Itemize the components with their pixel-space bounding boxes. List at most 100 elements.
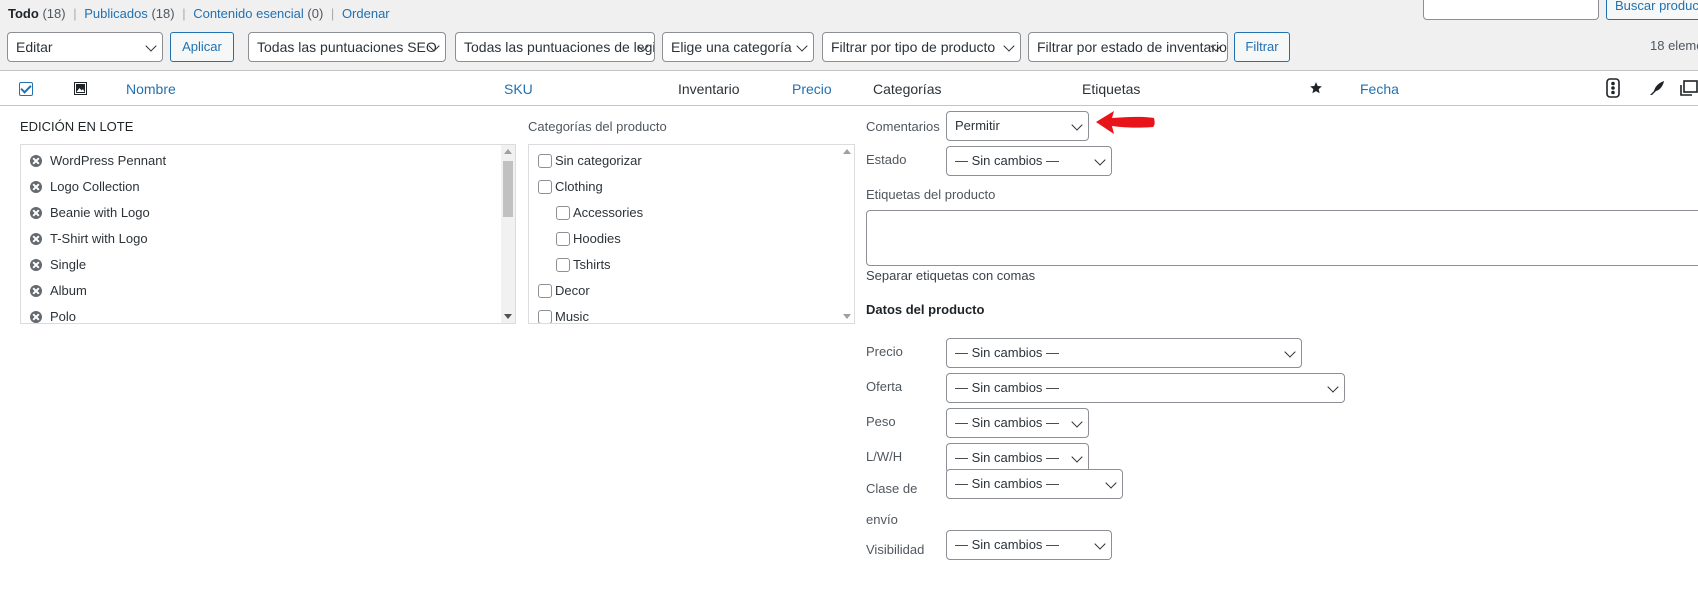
category-label: Accessories (573, 205, 644, 220)
category-checkbox[interactable] (538, 284, 552, 298)
scrollbar[interactable] (840, 145, 854, 323)
chevron-down-icon (145, 40, 157, 52)
bulk-titles-list[interactable]: WordPress Pennant Logo Collection Beanie… (20, 144, 516, 324)
item-label: Single (50, 257, 87, 272)
product-categories-label: Categorías del producto (528, 119, 667, 134)
sale-select[interactable]: — Sin cambios — (946, 373, 1345, 403)
category-checkbox[interactable] (556, 258, 570, 272)
shipping-class-label: Clase de (866, 481, 918, 496)
chevron-down-icon (1094, 154, 1106, 166)
seo-score-filter[interactable]: Todas las puntuaciones SEO (248, 32, 446, 62)
remove-icon[interactable] (30, 233, 42, 245)
shipping-class-label-line2: envío (866, 512, 898, 527)
column-categories: Categorías (873, 81, 942, 97)
category-label: Hoodies (573, 231, 621, 246)
category-checkbox[interactable] (538, 310, 552, 323)
status-label: Estado (866, 152, 907, 167)
item-label: WordPress Pennant (50, 153, 167, 168)
search-products-button[interactable]: Buscar productos (1606, 0, 1698, 20)
bulk-action-select[interactable]: Editar (7, 32, 163, 62)
sale-label: Oferta (866, 379, 903, 394)
scroll-up-icon[interactable] (504, 149, 512, 154)
scroll-down-icon[interactable] (843, 314, 851, 319)
category-checkbox[interactable] (556, 232, 570, 246)
remove-icon[interactable] (30, 155, 42, 167)
column-sku[interactable]: SKU (504, 81, 533, 97)
apply-button[interactable]: Aplicar (170, 32, 234, 62)
stock-status-value: Filtrar por estado de inventario (1037, 39, 1227, 55)
scrollbar-thumb[interactable] (503, 161, 513, 217)
comments-select[interactable]: Permitir (946, 111, 1089, 141)
tags-help-text: Separar etiquetas con comas (866, 268, 1036, 283)
dimensions-label: L/W/H (866, 449, 903, 464)
status-all-link[interactable]: Todo (8, 6, 39, 21)
category-checkbox[interactable] (556, 206, 570, 220)
column-name[interactable]: Nombre (126, 81, 176, 97)
list-item: Single (30, 257, 86, 272)
remove-icon[interactable] (30, 311, 42, 323)
price-label: Precio (866, 344, 903, 359)
items-count: 18 elementos (1650, 38, 1698, 53)
category-checkbox[interactable] (538, 154, 552, 168)
comments-value: Permitir (955, 118, 1000, 133)
category-filter-value: Elige una categoría (671, 39, 792, 55)
scroll-down-icon[interactable] (504, 314, 512, 319)
product-type-value: Filtrar por tipo de producto (831, 39, 996, 55)
category-label: Clothing (555, 179, 603, 194)
links-icon (1680, 80, 1698, 96)
visibility-label: Visibilidad (866, 542, 925, 557)
status-select[interactable]: — Sin cambios — (946, 146, 1112, 176)
price-select[interactable]: — Sin cambios — (946, 338, 1302, 368)
chevron-down-icon (1071, 119, 1083, 131)
column-stock: Inventario (678, 81, 740, 97)
list-item: Beanie with Logo (30, 205, 150, 220)
chevron-down-icon (1327, 381, 1339, 393)
scrollbar[interactable] (501, 145, 515, 323)
readability-filter[interactable]: Todas las puntuaciones de legibilidad (455, 32, 655, 62)
status-published-link[interactable]: Publicados (84, 6, 148, 21)
comments-label: Comentarios (866, 119, 940, 134)
list-item: Logo Collection (30, 179, 140, 194)
chevron-down-icon (796, 40, 808, 52)
select-all-checkbox[interactable] (19, 82, 33, 96)
category-label: Sin categorizar (555, 153, 642, 168)
category-item: Decor (538, 283, 590, 298)
sale-value: — Sin cambios — (955, 380, 1060, 395)
product-type-filter[interactable]: Filtrar por tipo de producto (822, 32, 1021, 62)
remove-icon[interactable] (30, 207, 42, 219)
visibility-select[interactable]: — Sin cambios — (946, 530, 1112, 560)
remove-icon[interactable] (30, 181, 42, 193)
star-icon[interactable] (1309, 81, 1323, 95)
chevron-down-icon (1284, 346, 1296, 358)
status-all-count: (18) (42, 6, 66, 21)
product-categories-list[interactable]: Sin categorizar Clothing Accessories Hoo… (528, 144, 855, 324)
category-label: Decor (555, 283, 590, 298)
status-cornerstone-link[interactable]: Contenido esencial (193, 6, 304, 21)
column-date[interactable]: Fecha (1360, 81, 1399, 97)
remove-icon[interactable] (30, 285, 42, 297)
scroll-up-icon[interactable] (843, 149, 851, 154)
filter-button[interactable]: Filtrar (1234, 32, 1290, 62)
category-item: Sin categorizar (538, 153, 642, 168)
search-input[interactable] (1423, 0, 1599, 20)
weight-select[interactable]: — Sin cambios — (946, 408, 1089, 438)
readability-value: Todas las puntuaciones de legibilidad (464, 39, 654, 55)
category-label: Music (555, 309, 589, 324)
shipping-class-select[interactable]: — Sin cambios — (946, 469, 1123, 499)
category-filter[interactable]: Elige una categoría (662, 32, 814, 62)
bulk-edit-legend: EDICIÓN EN LOTE (20, 119, 134, 134)
list-item: T-Shirt with Logo (30, 231, 148, 246)
separator: | (73, 6, 77, 21)
stock-status-filter[interactable]: Filtrar por estado de inventario (1028, 32, 1228, 62)
remove-icon[interactable] (30, 259, 42, 271)
seo-traffic-light-icon (1606, 78, 1620, 98)
category-checkbox[interactable] (538, 180, 552, 194)
shipping-class-value: — Sin cambios — (955, 476, 1060, 491)
product-tags-textarea[interactable] (866, 210, 1698, 266)
sort-link[interactable]: Ordenar (342, 6, 390, 21)
chevron-down-icon (1071, 416, 1083, 428)
quill-icon (1650, 81, 1664, 95)
column-price[interactable]: Precio (792, 81, 832, 97)
category-item: Music (538, 309, 589, 324)
product-data-title: Datos del producto (866, 302, 985, 317)
